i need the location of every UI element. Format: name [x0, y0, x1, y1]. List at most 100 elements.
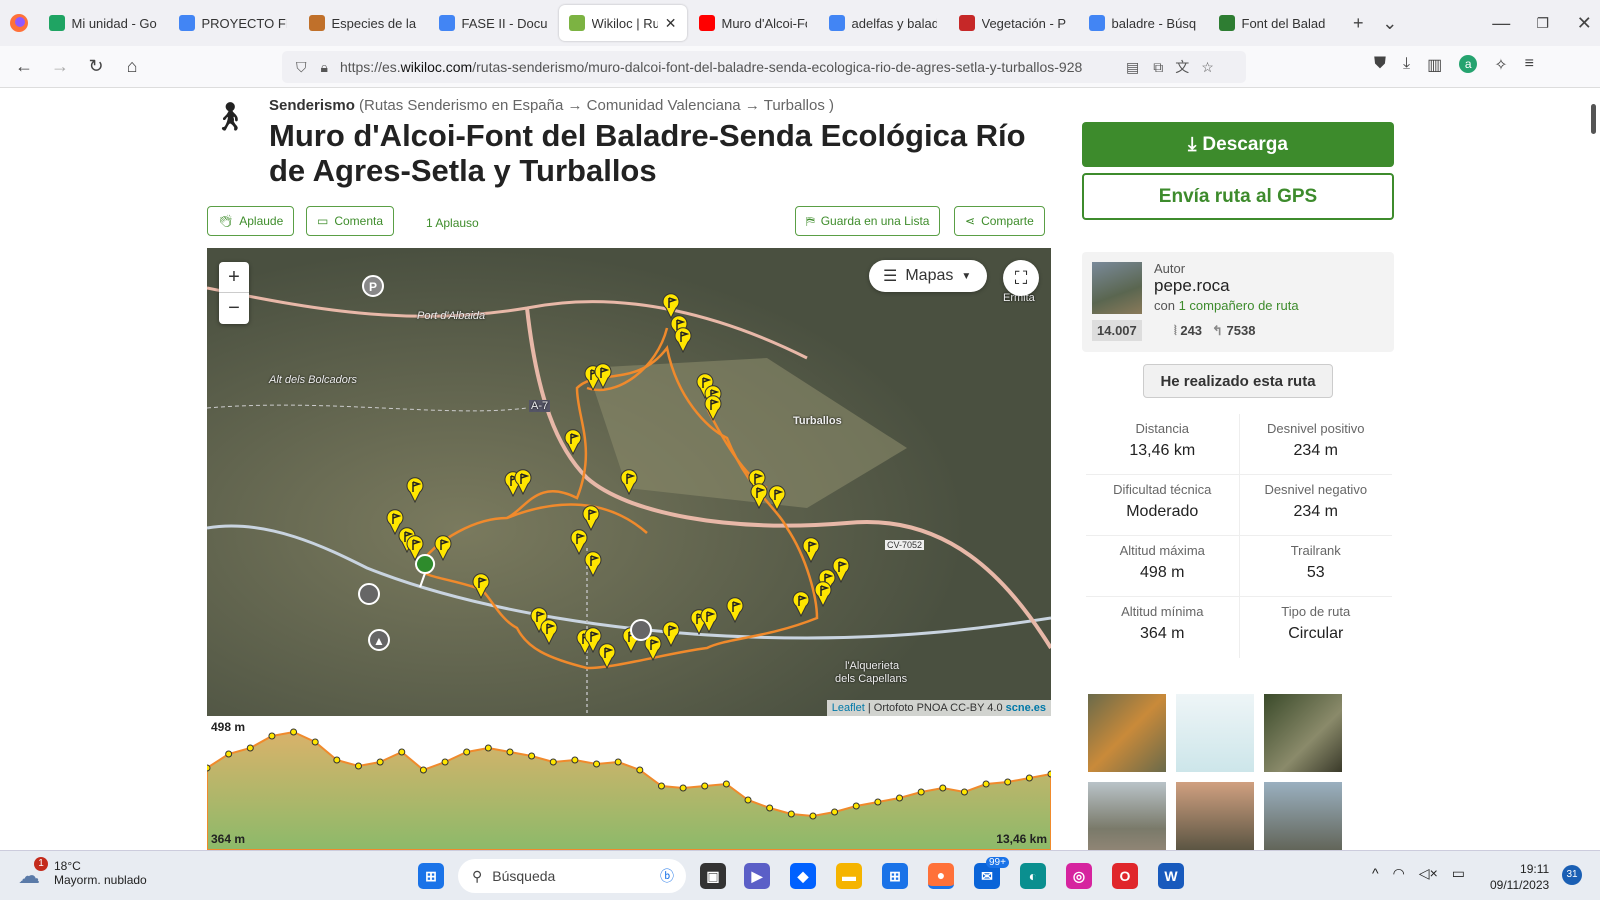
translate-icon[interactable]: 文: [1175, 57, 1189, 77]
notification-badge[interactable]: 31: [1562, 865, 1582, 885]
elevation-waypoint[interactable]: [636, 766, 644, 774]
avatar[interactable]: [1092, 262, 1142, 314]
elevation-waypoint[interactable]: [268, 732, 276, 740]
downloads-icon[interactable]: ⤓: [1403, 55, 1410, 75]
elevation-waypoint[interactable]: [982, 780, 990, 788]
breadcrumb-path[interactable]: (Rutas Senderismo en España → Comunidad …: [359, 97, 834, 114]
sidebar-icon[interactable]: ▥: [1427, 55, 1442, 75]
elevation-waypoint[interactable]: [939, 784, 947, 792]
elevation-waypoint[interactable]: [809, 812, 817, 820]
firefox-icon[interactable]: [0, 13, 39, 33]
elevation-waypoint[interactable]: [1004, 778, 1012, 786]
system-clock[interactable]: 19:11 09/11/2023: [1490, 861, 1549, 893]
firefox-taskbar-icon[interactable]: ●: [928, 863, 954, 889]
send-gps-button[interactable]: Envía ruta al GPS: [1082, 173, 1394, 220]
home-icon[interactable]: ⌂: [114, 56, 150, 77]
elevation-waypoint[interactable]: [419, 766, 427, 774]
elevation-waypoint[interactable]: [506, 748, 514, 756]
taskbar-search[interactable]: ⚲ Búsqueda ⓑ: [458, 859, 686, 893]
task-view-icon[interactable]: ▣: [700, 863, 726, 889]
browser-tab-4[interactable]: Wikiloc | Ru ✕: [558, 5, 687, 41]
share-button[interactable]: ⋖ Comparte: [954, 206, 1045, 236]
chevron-up-icon[interactable]: ^: [1372, 865, 1379, 882]
elevation-waypoint[interactable]: [593, 760, 601, 768]
volume-muted-icon[interactable]: ◁×: [1419, 865, 1438, 882]
store-icon[interactable]: ⊞: [882, 863, 908, 889]
activity-label[interactable]: Senderismo: [269, 97, 355, 114]
opera-icon[interactable]: O: [1112, 863, 1138, 889]
elevation-waypoint[interactable]: [1047, 770, 1055, 778]
elevation-waypoint[interactable]: [528, 752, 536, 760]
companion-link[interactable]: 1 compañero de ruta: [1179, 298, 1299, 313]
photo-thumbnail-6[interactable]: [1264, 782, 1342, 850]
instagram-icon[interactable]: ◎: [1066, 863, 1092, 889]
elevation-waypoint[interactable]: [614, 758, 622, 766]
browser-tab-7[interactable]: Vegetación - P: [949, 5, 1077, 41]
screenshot-icon[interactable]: ⧉: [1153, 59, 1163, 76]
elevation-waypoint[interactable]: [917, 788, 925, 796]
elevation-waypoint[interactable]: [679, 784, 687, 792]
elevation-waypoint[interactable]: [744, 796, 752, 804]
elevation-waypoint[interactable]: [896, 794, 904, 802]
fullscreen-button[interactable]: ⛶: [1003, 260, 1039, 296]
browser-tab-5[interactable]: Muro d'Alcoi-Fo: [689, 5, 817, 41]
reload-button[interactable]: ↻: [78, 56, 114, 77]
minimize-button[interactable]: —: [1486, 13, 1518, 34]
shelter-icon[interactable]: [358, 583, 380, 605]
shield-icon[interactable]: ⛉: [296, 59, 307, 76]
elevation-waypoint[interactable]: [831, 808, 839, 816]
elevation-waypoint[interactable]: [376, 758, 384, 766]
new-tab-button[interactable]: +: [1343, 13, 1375, 34]
elevation-waypoint[interactable]: [290, 728, 298, 736]
elevation-waypoint[interactable]: [874, 798, 882, 806]
reader-view-icon[interactable]: ▤: [1126, 59, 1139, 76]
elevation-waypoint[interactable]: [463, 748, 471, 756]
elevation-waypoint[interactable]: [246, 744, 254, 752]
comment-button[interactable]: ▭ Comenta: [306, 206, 395, 236]
browser-tab-3[interactable]: FASE II - Docum: [429, 5, 557, 41]
download-button[interactable]: ⤓ Descarga: [1082, 122, 1394, 167]
bookmark-star-icon[interactable]: ☆: [1201, 59, 1214, 76]
photo-thumbnail-5[interactable]: [1176, 782, 1254, 850]
word-icon[interactable]: W: [1158, 863, 1184, 889]
restore-button[interactable]: ❐: [1527, 15, 1559, 32]
battery-icon[interactable]: ▭: [1452, 865, 1465, 882]
elevation-waypoint[interactable]: [701, 782, 709, 790]
elevation-waypoint[interactable]: [203, 764, 211, 772]
elevation-waypoint[interactable]: [441, 758, 449, 766]
elevation-waypoint[interactable]: [1025, 774, 1033, 782]
browser-tab-0[interactable]: Mi unidad - Go: [39, 5, 167, 41]
elevation-waypoint[interactable]: [960, 788, 968, 796]
browser-tab-2[interactable]: Especies de la: [299, 5, 427, 41]
elevation-waypoint[interactable]: [657, 782, 665, 790]
elevation-waypoint[interactable]: [722, 780, 730, 788]
parking-icon[interactable]: P: [362, 275, 384, 297]
wifi-icon[interactable]: ◠: [1393, 865, 1405, 882]
elevation-waypoint[interactable]: [354, 762, 362, 770]
elevation-waypoint[interactable]: [398, 748, 406, 756]
done-route-button[interactable]: He realizado esta ruta: [1143, 364, 1333, 398]
pocket-icon[interactable]: ⛊: [1374, 55, 1386, 75]
applaud-button[interactable]: 👏︎ Aplaude: [207, 206, 295, 236]
lock-icon[interactable]: 🔒︎: [321, 59, 328, 76]
browser-tab-9[interactable]: Font del Balad: [1209, 5, 1337, 41]
photo-thumbnail-1[interactable]: [1088, 694, 1166, 772]
teams-icon[interactable]: ▶: [744, 863, 770, 889]
browser-tab-1[interactable]: PROYECTO FINA: [169, 5, 297, 41]
file-explorer-icon[interactable]: ▬: [836, 863, 862, 889]
windows-start-icon[interactable]: ⊞: [418, 863, 444, 889]
edge-icon[interactable]: ◐: [1020, 863, 1046, 889]
leaflet-link[interactable]: Leaflet: [832, 702, 865, 714]
browser-tab-8[interactable]: baladre - Búsq: [1079, 5, 1207, 41]
forward-button[interactable]: →: [42, 56, 78, 77]
menu-icon[interactable]: ≡: [1525, 55, 1534, 75]
amazon-extension-icon[interactable]: a: [1459, 55, 1478, 73]
zoom-in-button[interactable]: +: [219, 262, 249, 293]
elevation-waypoint[interactable]: [852, 802, 860, 810]
summit-icon[interactable]: ▲: [368, 629, 390, 651]
url-bar[interactable]: ⛉ 🔒︎ https://es.wikiloc.com/rutas-sender…: [282, 51, 1246, 83]
author-name[interactable]: pepe.roca: [1154, 276, 1230, 296]
elevation-waypoint[interactable]: [549, 758, 557, 766]
elevation-waypoint[interactable]: [311, 738, 319, 746]
tab-close-icon[interactable]: ✕: [665, 15, 677, 32]
